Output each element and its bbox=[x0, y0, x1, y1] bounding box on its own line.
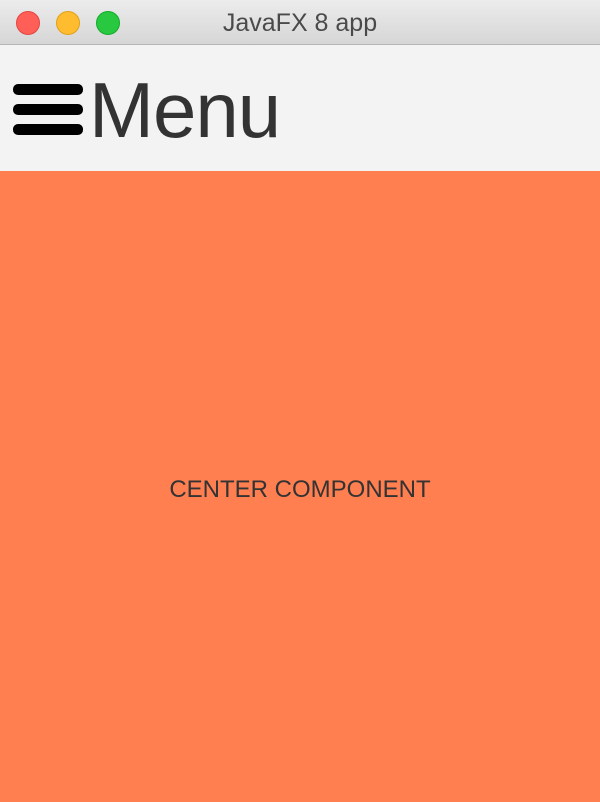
menu-button[interactable]: Menu bbox=[13, 71, 281, 149]
title-bar[interactable]: JavaFX 8 app bbox=[0, 0, 600, 45]
menu-bar: Menu bbox=[0, 45, 600, 171]
hamburger-bar bbox=[13, 124, 83, 135]
hamburger-bar bbox=[13, 84, 83, 95]
hamburger-icon bbox=[13, 80, 83, 140]
menu-label: Menu bbox=[89, 66, 281, 154]
window-title: JavaFX 8 app bbox=[222, 9, 378, 37]
center-component: CENTER COMPONENT bbox=[0, 171, 600, 802]
center-component-label: CENTER COMPONENT bbox=[169, 475, 431, 503]
hamburger-bar bbox=[13, 104, 83, 115]
app-window: JavaFX 8 app Menu CENTER COMPONENT bbox=[0, 0, 600, 802]
